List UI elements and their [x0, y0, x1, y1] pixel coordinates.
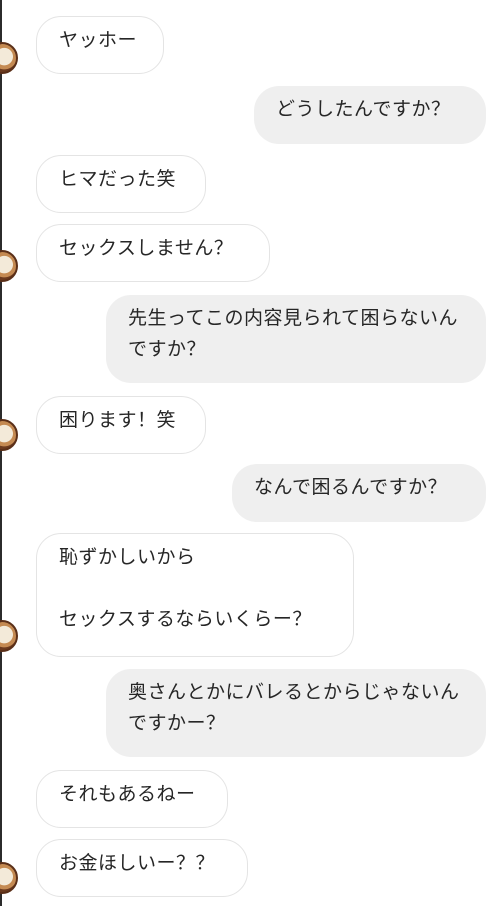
- chat-thread: ヤッホー どうしたんですか？ ヒマだった笑 セックスしません？ 先生ってこの内容…: [0, 0, 493, 906]
- message-outgoing[interactable]: 先生ってこの内容見られて困らないんですか？: [106, 295, 486, 383]
- message-incoming[interactable]: ヒマだった笑: [36, 155, 206, 213]
- window-edge-divider: [0, 0, 2, 906]
- contact-avatar-icon[interactable]: [0, 250, 18, 282]
- message-incoming[interactable]: セックスしません？: [36, 224, 270, 282]
- message-outgoing[interactable]: 奥さんとかにバレるとからじゃないんですかー？: [106, 669, 486, 757]
- contact-avatar-icon[interactable]: [0, 419, 18, 451]
- message-incoming[interactable]: お金ほしいー？？: [36, 839, 248, 897]
- message-outgoing[interactable]: なんで困るんですか？: [232, 464, 486, 522]
- message-incoming[interactable]: それもあるねー: [36, 770, 228, 828]
- contact-avatar-icon[interactable]: [0, 42, 18, 74]
- message-incoming[interactable]: 困ります！笑: [36, 396, 206, 454]
- contact-avatar-icon[interactable]: [0, 620, 18, 652]
- message-outgoing[interactable]: どうしたんですか？: [254, 86, 486, 144]
- message-incoming[interactable]: 恥ずかしいから セックスするならいくらー？: [36, 533, 354, 657]
- contact-avatar-icon[interactable]: [0, 862, 18, 894]
- message-incoming[interactable]: ヤッホー: [36, 16, 164, 74]
